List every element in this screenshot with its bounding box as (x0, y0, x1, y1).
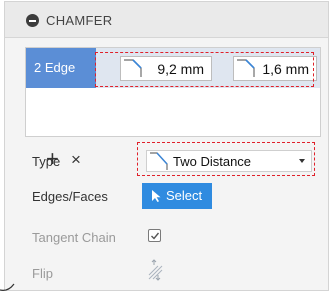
distance-1-value[interactable]: 9,2 mm (157, 61, 204, 77)
collapse-minus-icon[interactable] (26, 14, 39, 27)
chevron-down-icon[interactable] (299, 159, 305, 163)
distance-2-value[interactable]: 1,6 mm (262, 61, 309, 77)
selection-row[interactable]: 2 Edge 9,2 mm 1,6 mm (26, 48, 320, 88)
chamfer-panel: CHAMFER 2 Edge 9,2 mm 1,6 mm + × Type Tw… (4, 1, 329, 291)
flip-icon[interactable] (146, 259, 166, 281)
cursor-arrow-icon (152, 190, 161, 202)
decorative-curve (0, 283, 15, 291)
selection-label[interactable]: 2 Edge (26, 48, 96, 88)
chamfer-distance-icon (124, 59, 142, 77)
selection-area: 2 Edge 9,2 mm 1,6 mm + × (25, 47, 321, 170)
remove-selection-button[interactable]: × (71, 150, 81, 170)
tangent-chain-checkbox[interactable] (148, 229, 161, 242)
checkmark-icon (151, 232, 160, 240)
flip-label: Flip (32, 266, 53, 281)
distance-2-field[interactable]: 1,6 mm (233, 56, 317, 81)
panel-title: CHAMFER (46, 13, 113, 28)
select-button-label: Select (166, 188, 203, 203)
type-value: Two Distance (173, 154, 252, 169)
chamfer-distance-icon (237, 59, 255, 77)
type-dropdown[interactable]: Two Distance (146, 150, 312, 172)
select-button[interactable]: Select (142, 183, 212, 209)
type-label: Type (32, 154, 61, 169)
panel-header[interactable]: CHAMFER (5, 2, 328, 38)
edges-faces-label: Edges/Faces (32, 189, 108, 204)
chamfer-two-distance-icon (150, 152, 168, 170)
distance-1-field[interactable]: 9,2 mm (120, 56, 212, 81)
tangent-chain-label: Tangent Chain (32, 230, 116, 245)
